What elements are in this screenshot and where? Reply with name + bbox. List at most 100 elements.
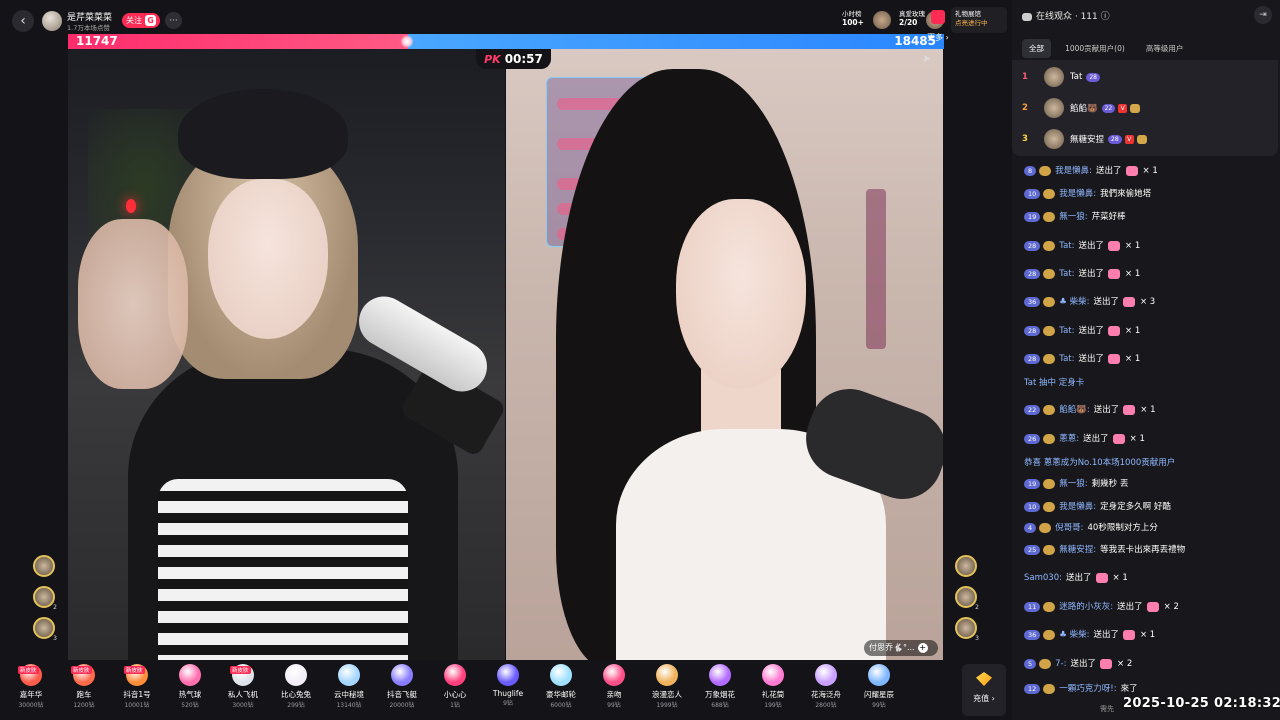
user-level-badge: 28 <box>1024 354 1041 364</box>
gift-item[interactable]: 小心心 1钻 <box>432 664 478 716</box>
chat-message[interactable]: 恭喜 蔥蔥成为No.10本场1000贡献用户 <box>1024 456 1175 470</box>
gift-more-button[interactable]: 更多 › <box>920 10 956 43</box>
gift-name: 抖音1号 <box>123 690 151 699</box>
chat-username[interactable]: 一顆巧克力呀!: <box>1059 684 1116 694</box>
collapse-panel-button[interactable]: ⇥ <box>1254 6 1272 24</box>
chat-username[interactable]: 無一狼: <box>1059 212 1087 222</box>
chat-username[interactable]: Tat: <box>1059 241 1074 251</box>
top-audience-row[interactable]: 1 Tat 28 <box>1022 64 1100 90</box>
chat-message[interactable]: 10 我是懶鼻: 定身定多久啊 好酷 <box>1024 500 1171 514</box>
gift-item[interactable]: 热气球 520钻 <box>167 664 213 716</box>
fan-club-badge-icon <box>1043 683 1056 694</box>
chat-username[interactable]: 我是懶鼻: <box>1055 166 1092 176</box>
contributor-avatar[interactable]: 3 <box>33 617 57 642</box>
left-host-video[interactable] <box>68 49 505 660</box>
contributor-avatar[interactable]: 2 <box>955 586 979 611</box>
contributor-avatar[interactable] <box>33 555 55 577</box>
chat-message[interactable]: 8 我是懶鼻: 送出了 × 1 <box>1024 164 1158 178</box>
right-host-video[interactable] <box>506 49 943 660</box>
gift-item[interactable]: Thuglife 9钻 <box>485 664 531 716</box>
chat-username[interactable]: 無一狼: <box>1059 479 1087 489</box>
gift-item[interactable]: 比心兔兔 299钻 <box>273 664 319 716</box>
fan-club-badge-icon <box>1043 325 1056 336</box>
fan-club-badge-icon <box>1043 404 1056 415</box>
chat-username[interactable]: Tat: <box>1059 326 1074 336</box>
chat-username[interactable]: Tat: <box>1059 354 1074 364</box>
gift-item[interactable]: 浪漫恋人 1999钻 <box>644 664 690 716</box>
more-button[interactable]: ··· <box>165 12 182 29</box>
chat-username[interactable]: 迷路的小灰灰: <box>1059 602 1113 612</box>
gift-item[interactable]: 豪华邮轮 6000钻 <box>538 664 584 716</box>
chat-username[interactable]: 我是懶鼻: <box>1059 502 1096 512</box>
chat-message[interactable]: 12 一顆巧克力呀!: 來了 <box>1024 682 1138 696</box>
gift-item[interactable]: 亲吻 99钻 <box>591 664 637 716</box>
chat-username[interactable]: Tat 抽中 定身卡 <box>1024 378 1084 388</box>
gift-item[interactable]: 闪耀星辰 99钻 <box>856 664 902 716</box>
gift-item[interactable]: 新皮肤 嘉年华 30000钻 <box>8 664 54 716</box>
add-icon[interactable]: + <box>917 643 928 653</box>
chat-text: 等我丟卡出來再丟禮物 <box>1100 545 1186 555</box>
chat-username[interactable]: Tat: <box>1059 269 1074 279</box>
chat-username[interactable]: 7-: <box>1055 659 1066 669</box>
recharge-button[interactable]: 充值 › <box>962 664 1006 716</box>
contributor-avatar[interactable]: 2 <box>33 586 57 611</box>
tab-high-level[interactable]: 高等级用户 <box>1139 39 1191 58</box>
gift-item[interactable]: 新皮肤 私人飞机 3000钻 <box>220 664 266 716</box>
chat-username[interactable]: 餡餡🐻: <box>1059 405 1089 415</box>
host-avatar[interactable] <box>42 11 62 31</box>
gift-quantity: × 1 <box>1112 573 1128 583</box>
chat-username[interactable]: 我是懶鼻: <box>1059 189 1096 199</box>
chat-username[interactable]: 倪哥哥: <box>1055 523 1083 533</box>
chat-message[interactable]: Tat 抽中 定身卡 <box>1024 376 1084 390</box>
top-audience-row[interactable]: 3 無糖安捏 28 V <box>1022 126 1147 152</box>
gift-item[interactable]: 抖音飞艇 20000钻 <box>379 664 425 716</box>
tab-all[interactable]: 全部 <box>1022 39 1051 58</box>
follow-button[interactable]: 关注 G <box>122 13 160 28</box>
chat-message[interactable]: 36 ♣ 柴柴: 送出了 × 3 <box>1024 295 1155 309</box>
chat-message[interactable]: 19 無一狼: 剩幾秒 丟 <box>1024 477 1128 491</box>
user-level-badge: 36 <box>1024 297 1041 307</box>
gift-item[interactable]: 云中秘境 13140钻 <box>326 664 372 716</box>
gift-item[interactable]: 新皮肤 抖音1号 10001钻 <box>114 664 160 716</box>
chat-username[interactable]: ♣ 柴柴: <box>1059 630 1089 640</box>
chat-message[interactable]: 4 倪哥哥: 40秒限制对方上分 <box>1024 521 1158 535</box>
top-audience-row[interactable]: 2 餡餡🐻 22 V <box>1022 95 1141 121</box>
gift-item[interactable]: 新皮肤 跑车 1200钻 <box>61 664 107 716</box>
gift-quantity: × 1 <box>1125 326 1141 336</box>
share-icon[interactable]: ➤ <box>922 52 931 65</box>
gift-item[interactable]: 万象烟花 688钻 <box>697 664 743 716</box>
chat-message[interactable]: 28 Tat: 送出了 × 1 <box>1024 267 1140 281</box>
chat-username[interactable]: ♣ 柴柴: <box>1059 297 1089 307</box>
chat-message[interactable]: 28 Tat: 送出了 × 1 <box>1024 324 1140 338</box>
gift-item[interactable]: 礼花筒 199钻 <box>750 664 796 716</box>
chat-message[interactable]: 28 Tat: 送出了 × 1 <box>1024 352 1140 366</box>
fan-badge-icon <box>1136 134 1147 144</box>
help-icon[interactable]: ⓘ <box>1101 12 1110 22</box>
tab-1000-contributors[interactable]: 1000贡献用户(0) <box>1058 39 1132 58</box>
chat-message[interactable]: Sam030: 送出了 × 1 <box>1024 571 1128 585</box>
fan-club-badge-icon <box>1039 165 1052 176</box>
gift-item[interactable]: 花海泛舟 2800钻 <box>803 664 849 716</box>
chat-message[interactable]: 25 無糖安捏: 等我丟卡出來再丟禮物 <box>1024 543 1185 557</box>
chat-message[interactable]: 5 7-: 送出了 × 2 <box>1024 657 1132 671</box>
hourly-rank[interactable]: 小时榜 100+ <box>842 8 864 32</box>
contributor-avatar[interactable]: 3 <box>955 617 979 642</box>
back-button[interactable]: ‹ <box>12 10 34 32</box>
opponent-host-badge[interactable]: 付思乔🐇°... + <box>864 640 938 656</box>
chat-username[interactable]: 蔥蔥: <box>1059 434 1079 444</box>
chat-message[interactable]: 28 Tat: 送出了 × 1 <box>1024 239 1140 253</box>
chat-username[interactable]: Sam030: <box>1024 573 1062 583</box>
chat-message[interactable]: 10 我是懶鼻: 我們來偷她塔 <box>1024 187 1151 201</box>
chat-message[interactable]: 36 ♣ 柴柴: 送出了 × 1 <box>1024 628 1155 642</box>
chat-message[interactable]: 22 餡餡🐻: 送出了 × 1 <box>1024 403 1155 417</box>
chat-username[interactable]: 無糖安捏: <box>1059 545 1096 555</box>
contributor-avatar[interactable] <box>955 555 977 577</box>
chat-username[interactable]: 恭喜 蔥蔥成为No.10本场1000贡献用户 <box>1024 458 1175 468</box>
gift-hall-notice[interactable]: 礼物展馆 点亮进行中 <box>951 7 1007 33</box>
chat-message[interactable]: 26 蔥蔥: 送出了 × 1 <box>1024 432 1145 446</box>
chat-message[interactable]: 11 迷路的小灰灰: 送出了 × 2 <box>1024 600 1179 614</box>
chat-message[interactable]: 19 無一狼: 芹菜好棒 <box>1024 210 1126 224</box>
gift-box-icon <box>931 10 945 24</box>
chat-text: 送出了 <box>1078 326 1104 336</box>
user-name: 無糖安捏 <box>1070 135 1105 145</box>
